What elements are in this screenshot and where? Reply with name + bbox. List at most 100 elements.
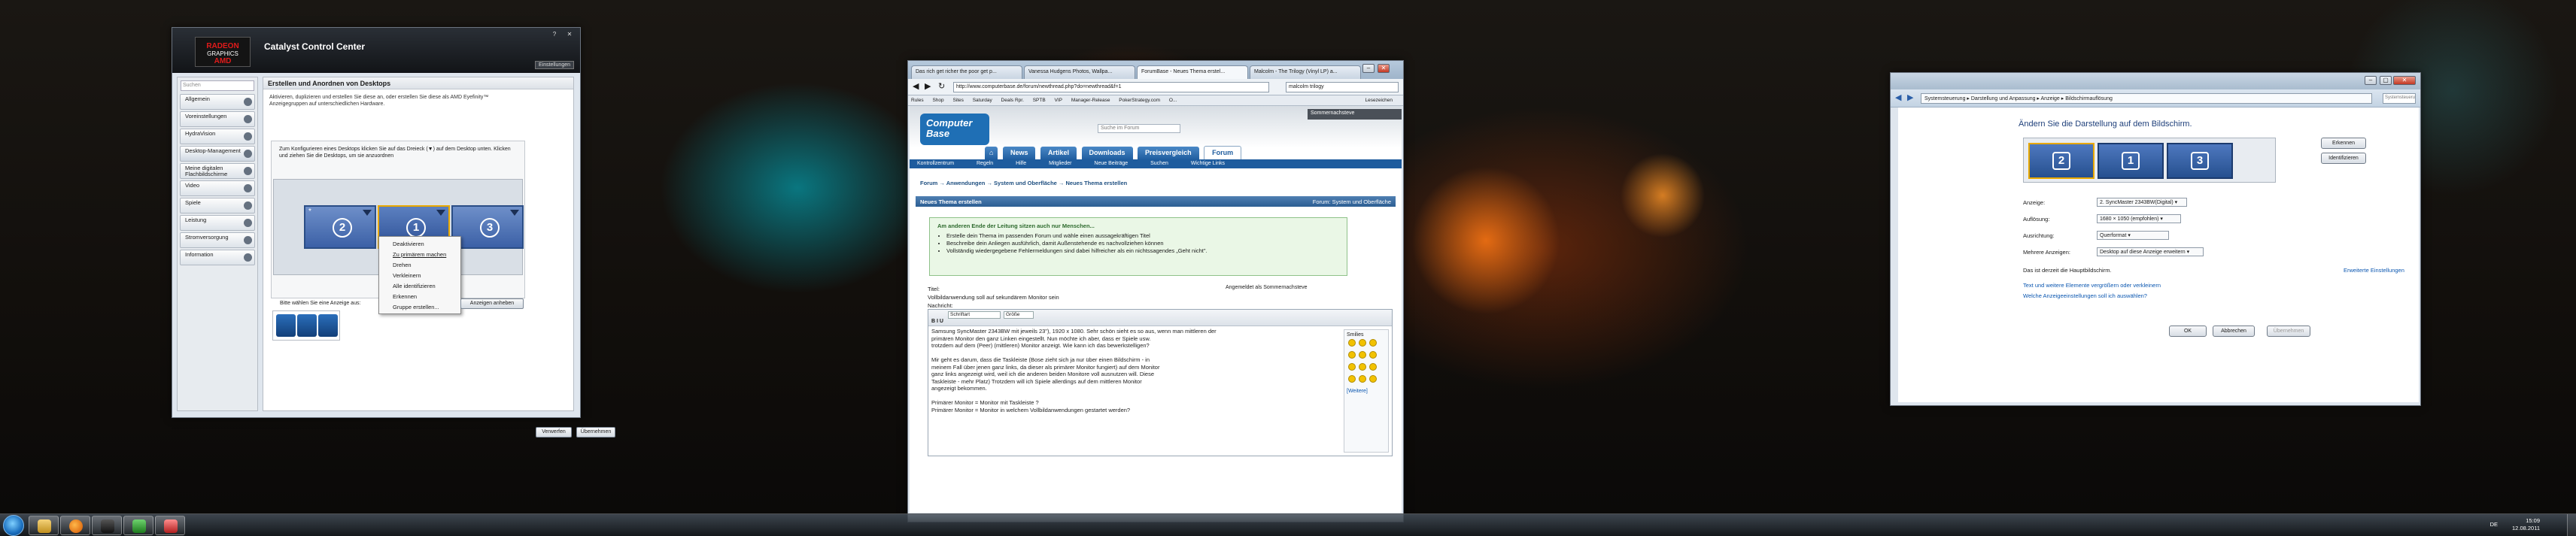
computerbase-logo[interactable]: Computer Base <box>920 114 989 145</box>
control-panel-search[interactable]: Systemsteuerung durchsuchen <box>2383 93 2416 104</box>
minimize-button[interactable]: – <box>1362 64 1375 73</box>
resolution-select[interactable]: 1680 × 1050 (empfohlen) ▾ <box>2097 214 2181 223</box>
display-thumbnail-icon[interactable] <box>276 314 296 337</box>
url-input[interactable]: http://www.computerbase.de/forum/newthre… <box>953 82 1269 92</box>
subnav-item[interactable]: Mitglieder <box>1049 161 1071 166</box>
taskbar-app[interactable] <box>123 516 153 535</box>
reload-icon[interactable]: ↻ <box>938 81 945 91</box>
show-display-button[interactable]: Anzeigen anheben <box>460 298 524 309</box>
help-icon[interactable]: ? <box>548 31 560 40</box>
subnav-item[interactable]: Neue Beiträge <box>1094 161 1128 166</box>
message-textarea[interactable]: Samsung SyncMaster 2343BW mit jeweils 23… <box>931 328 1339 453</box>
bold-icon[interactable]: B I U <box>931 319 943 324</box>
bookmark-item[interactable]: Rules <box>911 98 924 103</box>
catalyst-control-center-window[interactable]: RADEON GRAPHICS AMD Catalyst Control Cente… <box>172 27 615 438</box>
advanced-settings-link[interactable]: Erweiterte Einstellungen <box>2344 267 2404 274</box>
display-thumbnail-icon[interactable] <box>318 314 338 337</box>
smiley-icon[interactable] <box>1348 375 1356 383</box>
back-icon[interactable]: ◀ <box>1895 92 1901 102</box>
bookmark-item[interactable]: Manager-Release <box>1071 98 1110 103</box>
clock-date[interactable]: 12.08.2011 <box>2478 525 2540 532</box>
subnav-item[interactable]: Suchen <box>1150 161 1168 166</box>
taskbar-explorer[interactable] <box>29 516 59 535</box>
font-select[interactable]: Schriftart <box>948 311 1001 319</box>
apply-button[interactable]: Übernehmen <box>576 427 615 438</box>
smiley-icon[interactable] <box>1369 363 1377 371</box>
smiley-icon[interactable] <box>1348 339 1356 347</box>
tab-1[interactable]: Das rich get richer the poor get p... <box>911 65 1022 79</box>
monitor-2[interactable]: 2 <box>2028 143 2095 179</box>
bookmark-item[interactable]: Deals Rpr. <box>1001 98 1024 103</box>
subnav-item[interactable]: Wichtige Links <box>1191 161 1225 166</box>
browser-window[interactable]: Das rich get richer the poor get p... Va… <box>907 60 1404 522</box>
tab-2[interactable]: Vanessa Hudgens Photos, Wallpa... <box>1024 65 1135 79</box>
sidebar-item-flat-panels[interactable]: Meine digitalen Flachbildschirme <box>180 163 255 179</box>
sidebar-item-hydravision[interactable]: HydraVision <box>180 129 255 144</box>
taskbar-control-panel[interactable] <box>155 516 185 535</box>
bookmark-item[interactable]: Sites <box>952 98 963 103</box>
nav-news[interactable]: News <box>1002 147 1036 160</box>
start-button[interactable] <box>3 515 24 536</box>
sidebar-item-information[interactable]: Information <box>180 250 255 265</box>
menu-item-alle-identifizieren[interactable]: Alle identifizieren <box>379 280 460 291</box>
which-settings-link[interactable]: Welche Anzeigeeinstellungen soll ich aus… <box>2023 292 2147 299</box>
sidebar-item-desktop-management[interactable]: Desktop-Management <box>180 146 255 162</box>
cancel-button[interactable]: Abbrechen <box>2213 326 2255 337</box>
triangle-menu-icon[interactable] <box>363 210 372 216</box>
search-input[interactable]: Suchen <box>181 80 254 91</box>
bookmark-item[interactable]: O... <box>1169 98 1177 103</box>
smiley-icon[interactable] <box>1369 339 1377 347</box>
forward-icon[interactable]: ▶ <box>1907 92 1913 102</box>
smiley-icon[interactable] <box>1369 351 1377 359</box>
nav-preisvergleich[interactable]: Preisvergleich <box>1138 147 1199 160</box>
close-button[interactable]: ✕ <box>1378 64 1390 73</box>
smiley-icon[interactable] <box>1369 375 1377 383</box>
triangle-menu-icon[interactable] <box>510 210 519 216</box>
monitor-3[interactable]: 3 <box>2167 143 2233 179</box>
breadcrumb[interactable]: Forum → Anwendungen → System und Oberflä… <box>920 180 1127 186</box>
bookmark-item[interactable]: VIP <box>1055 98 1062 103</box>
smiley-icon[interactable] <box>1359 375 1366 383</box>
menu-item-verkleinern[interactable]: Verkleinern <box>379 270 460 280</box>
bookmark-item[interactable]: Shop <box>932 98 943 103</box>
menu-item-erkennen[interactable]: Erkennen <box>379 291 460 301</box>
bookmark-item[interactable]: SPTB <box>1033 98 1046 103</box>
smiley-icon[interactable] <box>1348 363 1356 371</box>
bookmark-item[interactable]: Saturday <box>973 98 992 103</box>
sidebar-item-leistung[interactable]: Leistung <box>180 215 255 231</box>
bookmark-item[interactable]: PokerStrategy.com <box>1119 98 1160 103</box>
sidebar-item-allgemein[interactable]: Allgemein <box>180 94 255 110</box>
menu-item-drehen[interactable]: Drehen <box>379 259 460 270</box>
back-icon[interactable]: ◀ <box>913 81 919 91</box>
bookmarks-menu[interactable]: Lesezeichen <box>1365 98 1393 103</box>
taskbar-firefox[interactable] <box>60 516 90 535</box>
smiley-icon[interactable] <box>1359 351 1366 359</box>
maximize-button[interactable]: ▢ <box>2380 76 2392 85</box>
title-input[interactable]: Vollbildanwendung soll auf sekundärem Mo… <box>928 293 1059 301</box>
text-size-link[interactable]: Text und weitere Elemente vergrößern ode… <box>2023 282 2161 289</box>
sidebar-item-voreinstellungen[interactable]: Voreinstellungen <box>180 111 255 127</box>
close-icon[interactable]: ✕ <box>564 31 576 40</box>
sidebar-item-stromversorgung[interactable]: Stromversorgung <box>180 232 255 248</box>
nav-downloads[interactable]: Downloads <box>1081 147 1133 160</box>
more-smilies-link[interactable]: [Weitere] <box>1347 389 1386 394</box>
orientation-select[interactable]: Querformat ▾ <box>2097 231 2169 240</box>
ok-button[interactable]: OK <box>2169 326 2207 337</box>
smiley-icon[interactable] <box>1348 351 1356 359</box>
taskbar-ccc[interactable] <box>92 516 122 535</box>
user-bar[interactable]: Sommernachsteve <box>1308 109 1402 120</box>
monitor-1[interactable]: 1 <box>2098 143 2164 179</box>
menu-item-zu-primaerem[interactable]: Zu primärem machen <box>379 249 460 259</box>
screen-resolution-window[interactable]: – ▢ ✕ ◀ ▶ Systemsteuerung ▸ Darstellung … <box>1890 72 2421 406</box>
forward-icon[interactable]: ▶ <box>925 81 931 91</box>
breadcrumb[interactable]: Systemsteuerung ▸ Darstellung und Anpass… <box>1921 93 2372 104</box>
detect-button[interactable]: Erkennen <box>2321 138 2366 149</box>
desktop-2[interactable]: * 2 <box>304 205 376 249</box>
minimize-button[interactable]: – <box>2365 76 2377 85</box>
discard-button[interactable]: Verwerfen <box>536 427 572 438</box>
sidebar-item-video[interactable]: Video <box>180 180 255 196</box>
triangle-menu-icon[interactable] <box>436 210 445 216</box>
nav-forum[interactable]: Forum <box>1204 146 1242 159</box>
display-thumbnail-icon[interactable] <box>297 314 317 337</box>
language-indicator[interactable]: DE <box>2490 521 2498 528</box>
